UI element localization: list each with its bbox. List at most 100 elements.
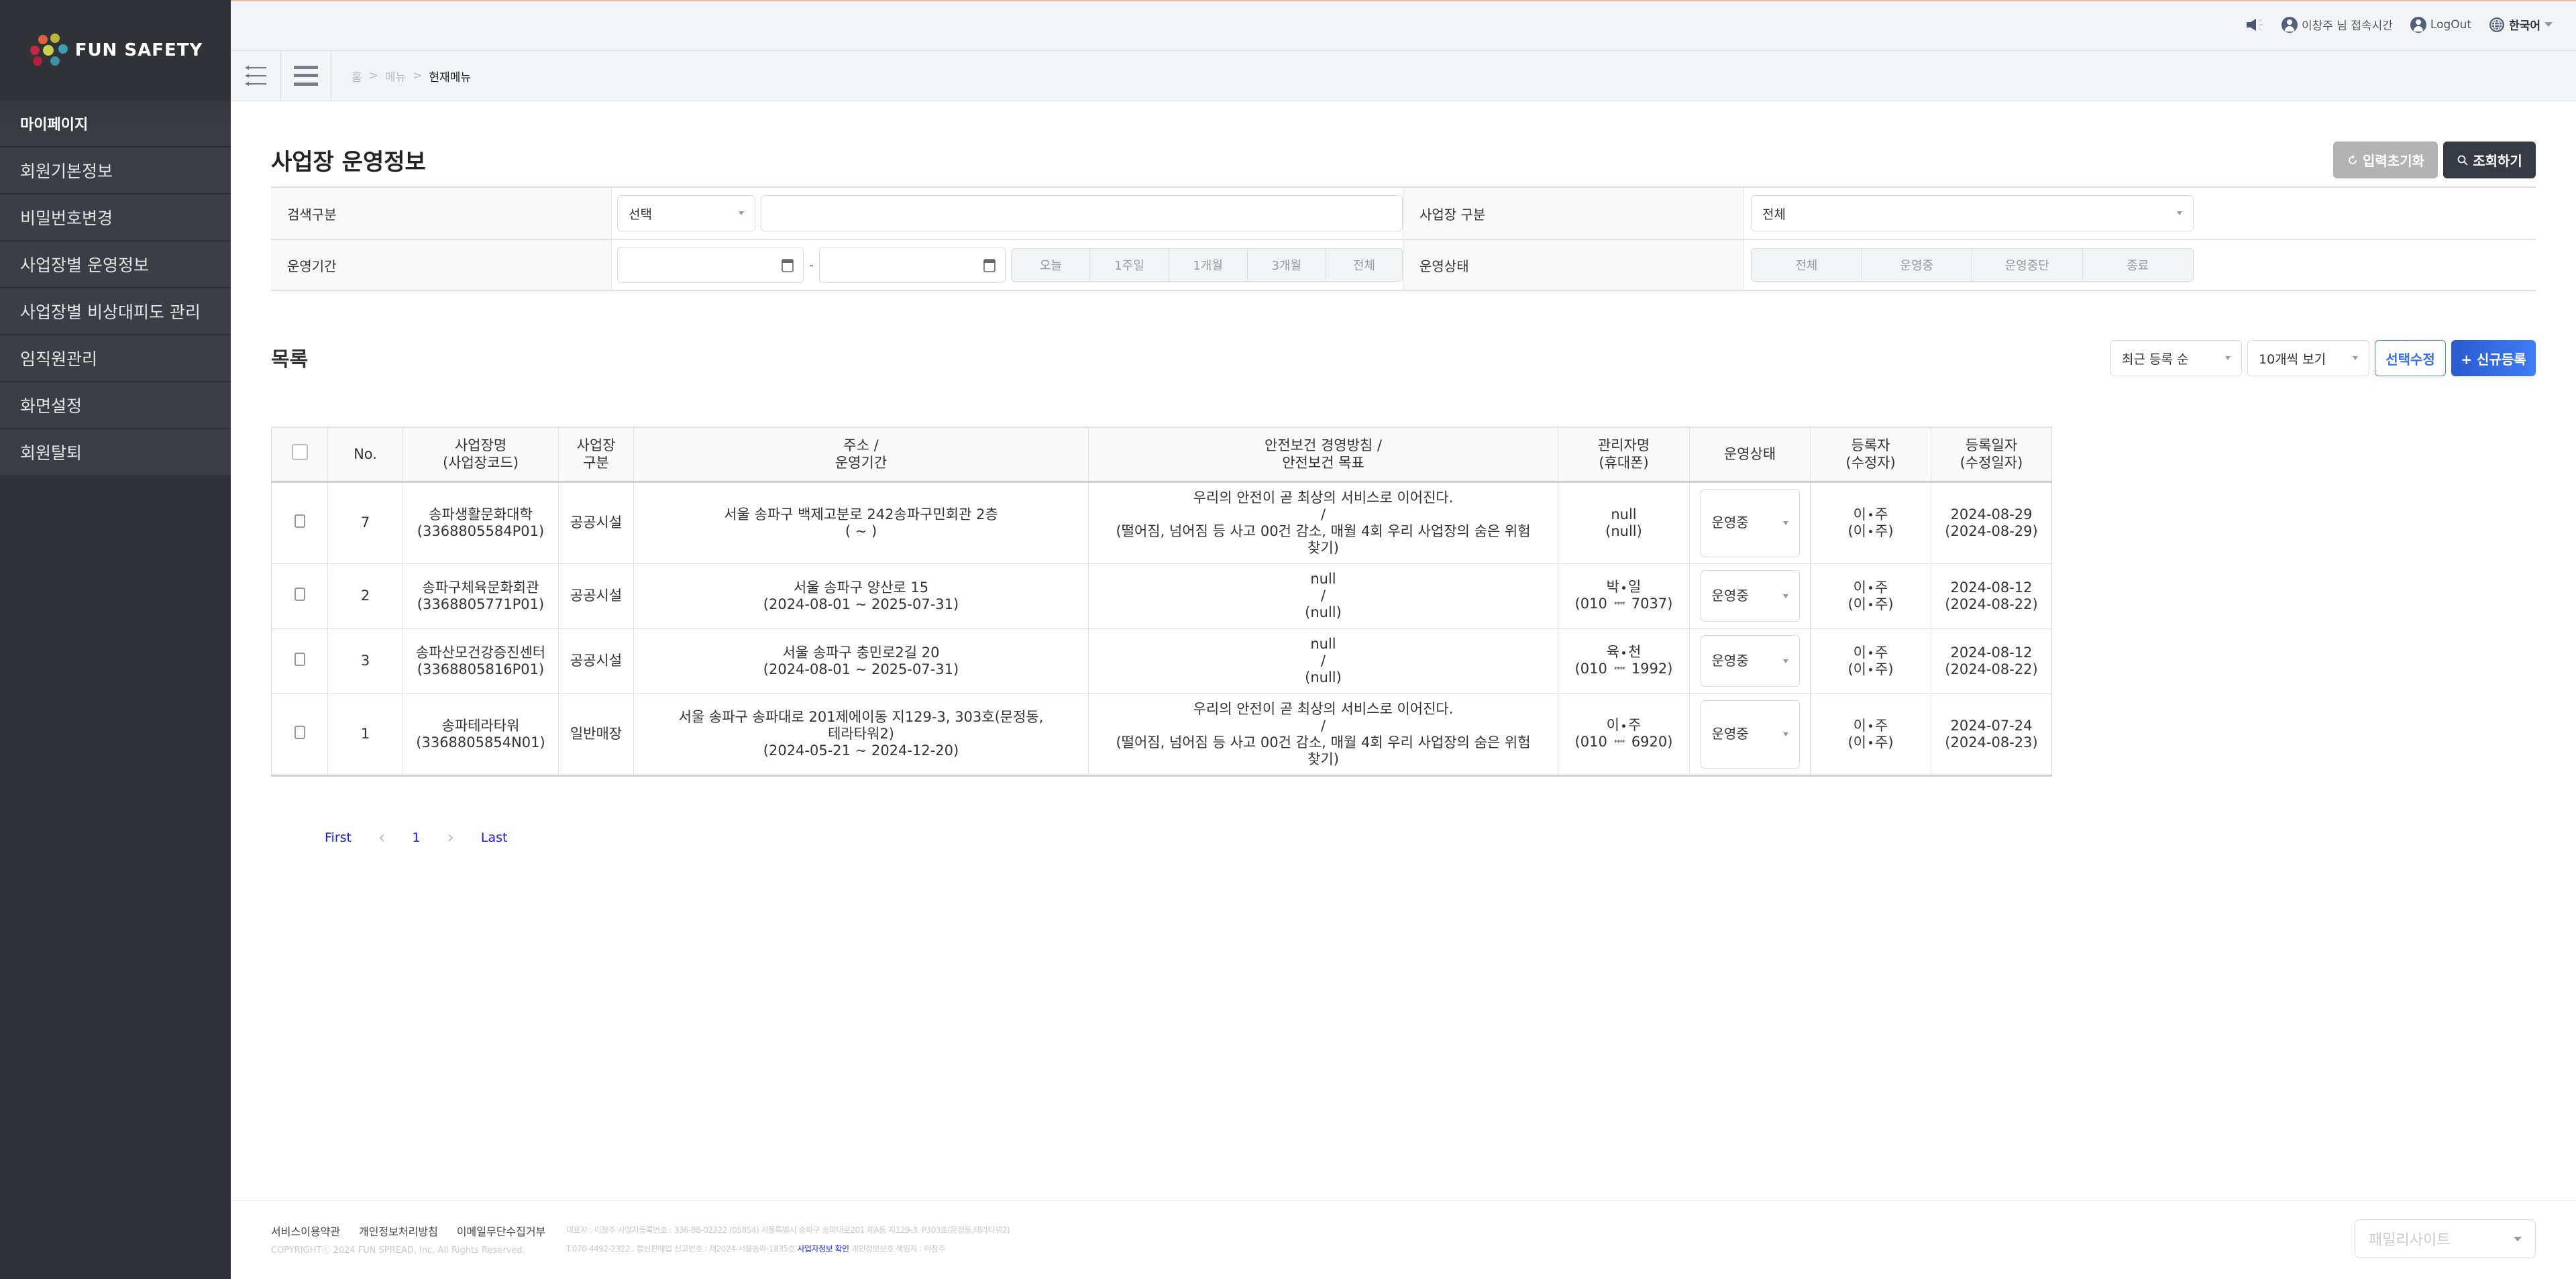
page-size-select[interactable]: 10개씩 보기: [2247, 340, 2369, 376]
language-selector[interactable]: 한국어: [2489, 16, 2553, 33]
cell-reg-date: 2024-07-24 (2024-08-23): [1931, 693, 2052, 777]
cell-no: 1: [327, 693, 403, 777]
logo-text: FUN SAFETY: [74, 40, 203, 60]
row-status-select[interactable]: 운영중: [1700, 700, 1800, 769]
footer-privacy-link[interactable]: 개인정보처리방침: [359, 1223, 438, 1239]
status-all[interactable]: 전체: [1752, 249, 1862, 281]
cell-address-period: 서울 송파구 송파대로 201제에이동 지129-3, 303호(문정동, 테라타…: [633, 693, 1089, 777]
page-last[interactable]: Last: [481, 830, 508, 845]
sidebar-item-site-operation[interactable]: 사업장별 운영정보: [0, 241, 231, 288]
list-actions: 최근 등록 순 10개씩 보기 선택수정 + 신규등록: [2110, 340, 2536, 376]
breadcrumb-home[interactable]: 홈: [352, 68, 362, 85]
period-1week[interactable]: 1주일: [1090, 249, 1169, 281]
chevron-right-icon[interactable]: ›: [447, 828, 454, 848]
footer-terms-link[interactable]: 서비스이용약관: [271, 1223, 340, 1239]
status-label: 운영상태: [1403, 240, 1744, 290]
table-header-row: No. 사업장명 (사업장코드) 사업장 구분 주소 / 운영기간 안전보건 경영방침…: [271, 427, 2052, 483]
row-checkbox[interactable]: [294, 725, 305, 739]
cell-policy-goal: 우리의 안전이 곧 최상의 서비스로 이어진다. / (떨어짐, 넘어짐 등 사고 …: [1088, 481, 1558, 564]
cell-site-type: 공공시설: [558, 563, 634, 629]
cell-address-period: 서울 송파구 양산로 15 (2024-08-01 ~ 2025-07-31): [633, 563, 1089, 629]
row-checkbox[interactable]: [294, 652, 305, 666]
site-table: No. 사업장명 (사업장코드) 사업장 구분 주소 / 운영기간 안전보건 경영방침…: [271, 427, 2052, 777]
chevron-down-icon: [2177, 211, 2182, 215]
chevron-left-icon[interactable]: ‹: [378, 828, 385, 848]
calendar-icon[interactable]: [983, 258, 996, 272]
logo[interactable]: FUN SAFETY: [0, 0, 231, 101]
cell-address-period: 서울 송파구 백제고분로 242송파구민회관 2층( ~ ): [633, 481, 1089, 564]
search-button[interactable]: 조회하기: [2443, 142, 2536, 178]
menu-toggle-button[interactable]: [281, 51, 331, 101]
page-title: 사업장 운영정보: [271, 149, 426, 176]
reset-button[interactable]: 입력초기화: [2333, 142, 2438, 178]
globe-icon: [2489, 17, 2505, 32]
search-type-select[interactable]: 선택: [617, 195, 755, 231]
business-type-select[interactable]: 전체: [1751, 195, 2194, 231]
sidebar-item-evacuation-map[interactable]: 사업장별 비상대피도 관리: [0, 288, 231, 335]
search-keyword-input[interactable]: [760, 195, 1403, 231]
col-policy-goal: 안전보건 경영방침 / 안전보건 목표: [1088, 427, 1558, 483]
search-type-label: 검색구분: [271, 188, 612, 239]
collapse-sidebar-button[interactable]: [231, 51, 281, 101]
chevron-down-icon: [738, 211, 744, 215]
status-filter: 전체 운영중 운영중단 종료: [1751, 248, 2194, 282]
chevron-down-icon: [1782, 520, 1788, 525]
period-1month[interactable]: 1개월: [1169, 249, 1248, 281]
cell-no: 7: [327, 481, 403, 564]
breadcrumb-menu[interactable]: 메뉴: [385, 68, 406, 85]
row-checkbox[interactable]: [294, 514, 305, 528]
sidebar-item-screen-settings[interactable]: 화면설정: [0, 382, 231, 429]
megaphone-icon[interactable]: [2245, 17, 2264, 32]
business-info-link[interactable]: 사업자정보 확인: [797, 1244, 849, 1254]
cell-site-name[interactable]: 송파생활문화대학 (3368805584P01): [402, 481, 559, 564]
logout-button[interactable]: LogOut: [2410, 16, 2471, 33]
select-all-checkbox[interactable]: [291, 444, 308, 461]
cell-registrar: 이 주 (이 주): [1810, 563, 1931, 629]
status-ended[interactable]: 종료: [2083, 249, 2194, 281]
language-label: 한국어: [2509, 19, 2540, 33]
sidebar-section-title[interactable]: 마이페이지: [0, 101, 231, 148]
sidebar-item-employees[interactable]: 임직원관리: [0, 335, 231, 382]
user-icon: [2410, 16, 2426, 33]
period-quick-select: 오늘 1주일 1개월 3개월 전체: [1011, 248, 1403, 282]
table-row: 3 송파산모건강증진센터 (3368805816P01) 공공시설 서울 송파구 …: [271, 628, 2052, 694]
list-title: 목록: [271, 348, 309, 372]
cell-site-name[interactable]: 송파산모건강증진센터 (3368805816P01): [402, 628, 559, 694]
family-site-select[interactable]: 패밀리사이트: [2355, 1219, 2536, 1258]
footer-email-policy-link[interactable]: 이메일무단수집거부: [457, 1223, 545, 1239]
cell-address-period: 서울 송파구 충민로2길 20 (2024-08-01 ~ 2025-07-31): [633, 628, 1089, 694]
page-first[interactable]: First: [325, 830, 352, 845]
page-size-value: 10개씩 보기: [2259, 351, 2326, 367]
row-status-select[interactable]: 운영중: [1700, 570, 1800, 622]
top-header: 이창주 님 접속시간 LogOut 한국어: [231, 0, 2576, 51]
row-checkbox[interactable]: [294, 587, 305, 601]
cell-reg-date: 2024-08-12 (2024-08-22): [1931, 563, 2052, 629]
status-suspended[interactable]: 운영중단: [1972, 249, 2083, 281]
period-today[interactable]: 오늘: [1012, 249, 1091, 281]
calendar-icon[interactable]: [782, 258, 794, 272]
sidebar-item-change-password[interactable]: 비밀번호변경: [0, 194, 231, 241]
footer-company-info: 대표자 : 이창주 사업자등록번호 : 336-88-02322 (05854)…: [566, 1225, 1010, 1235]
row-status-select[interactable]: 운영중: [1700, 635, 1800, 687]
status-running[interactable]: 운영중: [1862, 249, 1972, 281]
period-end-input[interactable]: [818, 247, 1006, 283]
sidebar-item-withdraw[interactable]: 회원탈퇴: [0, 429, 231, 476]
new-registration-button[interactable]: + 신규등록: [2451, 340, 2536, 376]
period-all[interactable]: 전체: [1326, 249, 1402, 281]
cell-policy-goal: null / (null): [1088, 563, 1558, 629]
period-3months[interactable]: 3개월: [1248, 249, 1326, 281]
breadcrumb-separator: >: [413, 69, 423, 82]
cell-site-name[interactable]: 송파테라타워 (3368805854N01): [402, 693, 559, 777]
cell-site-name[interactable]: 송파구체육문화회관 (3368805771P01): [402, 563, 559, 629]
cell-reg-date: 2024-08-29 (2024-08-29): [1931, 481, 2052, 564]
period-start-input[interactable]: [617, 247, 804, 283]
sidebar-item-member-info[interactable]: 회원기본정보: [0, 148, 231, 194]
col-registrar: 등록자 (수정자): [1810, 427, 1931, 483]
edit-selected-button[interactable]: 선택수정: [2375, 340, 2446, 376]
hamburger-icon: [294, 66, 318, 86]
sort-select[interactable]: 최근 등록 순: [2110, 340, 2242, 376]
chevron-down-icon: [2544, 22, 2553, 27]
table-row: 7 송파생활문화대학 (3368805584P01) 공공시설 서울 송파구 백제…: [271, 481, 2052, 564]
row-status-select[interactable]: 운영중: [1700, 488, 1800, 557]
page-current[interactable]: 1: [412, 830, 420, 845]
